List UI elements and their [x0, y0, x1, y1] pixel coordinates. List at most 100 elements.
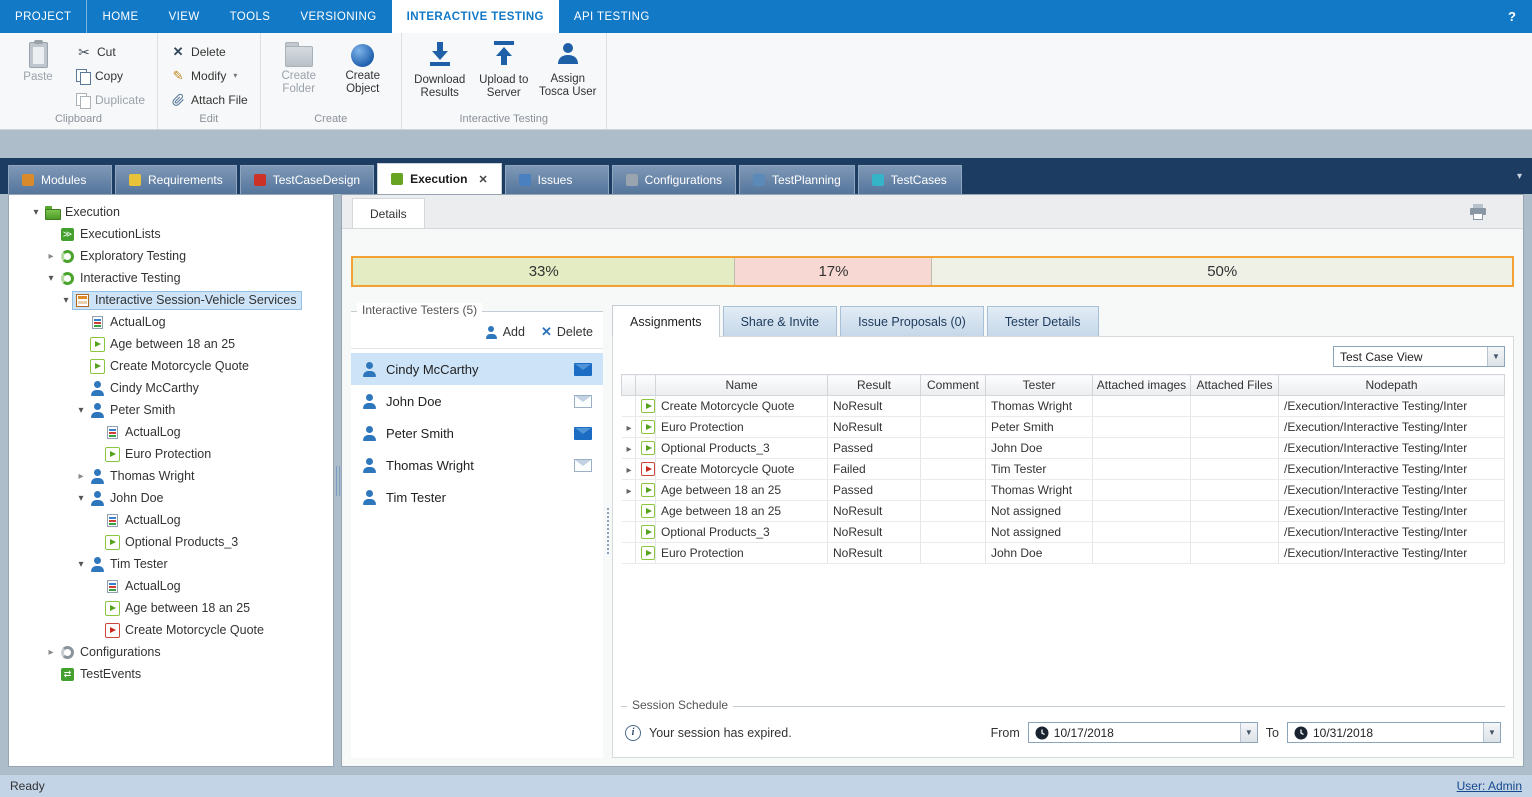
column-header-attached-files[interactable]: Attached Files	[1191, 375, 1279, 396]
workspace-tab[interactable]: Requirements	[115, 165, 237, 194]
user-admin-link[interactable]: User: Admin	[1457, 779, 1522, 793]
assignment-row[interactable]: Euro Protection NoResult John Doe /Execu…	[622, 543, 1505, 564]
tester-row[interactable]: Cindy McCarthy	[351, 353, 603, 385]
menu-tab[interactable]: VERSIONING	[285, 0, 391, 33]
dropdown-arrow-icon[interactable]: ▼	[1487, 347, 1504, 366]
tree-item[interactable]: Thomas Wright	[9, 465, 333, 487]
envelope-icon[interactable]	[574, 459, 592, 472]
menu-tab[interactable]: VIEW	[154, 0, 215, 33]
tree-item[interactable]: ActualLog	[9, 509, 333, 531]
menu-tab[interactable]: INTERACTIVE TESTING	[392, 0, 559, 33]
menu-tab[interactable]: HOME	[87, 0, 153, 33]
workspace-tab[interactable]: Issues	[505, 165, 609, 194]
tree-item[interactable]: Euro Protection	[9, 443, 333, 465]
tree-item[interactable]: Cindy McCarthy	[9, 377, 333, 399]
tester-row[interactable]: Peter Smith	[351, 417, 603, 449]
tree-item[interactable]: Age between 18 an 25	[9, 597, 333, 619]
tree-item[interactable]: Optional Products_3	[9, 531, 333, 553]
assignment-row[interactable]: Create Motorcycle Quote NoResult Thomas …	[622, 396, 1505, 417]
assignment-row[interactable]: Age between 18 an 25 Passed Thomas Wrigh…	[622, 480, 1505, 501]
duplicate-button[interactable]: Duplicate	[72, 89, 149, 110]
menu-tab[interactable]: TOOLS	[215, 0, 286, 33]
download-results-button[interactable]: Download Results	[410, 37, 470, 101]
tree-item[interactable]: Age between 18 an 25	[9, 333, 333, 355]
tree-expander-icon[interactable]	[44, 647, 58, 658]
to-date-picker[interactable]: 10/31/2018 ▼	[1287, 722, 1501, 743]
tree-item[interactable]: Configurations	[9, 641, 333, 663]
tree-item[interactable]: Create Motorcycle Quote	[9, 355, 333, 377]
workspace-tab[interactable]: TestPlanning	[739, 165, 855, 194]
assignment-row[interactable]: Optional Products_3 Passed John Doe /Exe…	[622, 438, 1505, 459]
tree-expander-icon[interactable]	[44, 273, 58, 284]
tree-expander-icon[interactable]	[44, 251, 58, 262]
workspace-tab[interactable]: TestCaseDesign	[240, 165, 374, 194]
workspace-tab[interactable]: Modules	[8, 165, 112, 194]
details-tab[interactable]: Details	[352, 198, 425, 228]
tree-expander-icon[interactable]	[74, 559, 88, 570]
testers-splitter[interactable]	[603, 303, 612, 758]
tree-item[interactable]: ActualLog	[9, 421, 333, 443]
column-header-nodepath[interactable]: Nodepath	[1279, 375, 1505, 396]
tree-expander-icon[interactable]	[59, 295, 73, 306]
attach-file-button[interactable]: Attach File	[166, 89, 252, 110]
column-header-attached-images[interactable]: Attached images	[1093, 375, 1191, 396]
from-date-picker[interactable]: 10/17/2018 ▼	[1028, 722, 1258, 743]
view-mode-select[interactable]: Test Case View ▼	[1333, 346, 1505, 367]
column-header-name[interactable]: Name	[656, 375, 828, 396]
row-expander-icon[interactable]	[627, 462, 632, 476]
tester-row[interactable]: John Doe	[351, 385, 603, 417]
envelope-icon[interactable]	[574, 427, 592, 440]
assignment-row[interactable]: Optional Products_3 NoResult Not assigne…	[622, 522, 1505, 543]
modify-button[interactable]: ✎ Modify ▾	[166, 65, 252, 86]
tree-item[interactable]: Exploratory Testing	[9, 245, 333, 267]
delete-tester-button[interactable]: ✕ Delete	[541, 324, 593, 340]
assignment-row[interactable]: Age between 18 an 25 NoResult Not assign…	[622, 501, 1505, 522]
copy-button[interactable]: Copy	[72, 65, 149, 86]
from-dropdown-arrow-icon[interactable]: ▼	[1240, 723, 1257, 742]
tree-item[interactable]: ExecutionLists	[9, 223, 333, 245]
tree-item[interactable]: Peter Smith	[9, 399, 333, 421]
tree-item[interactable]: Interactive Session-Vehicle Services	[9, 289, 333, 311]
row-expander-icon[interactable]	[627, 420, 632, 434]
tree-splitter[interactable]	[334, 194, 341, 767]
menu-tab[interactable]: PROJECT	[0, 0, 87, 33]
tree-item[interactable]: ActualLog	[9, 311, 333, 333]
tree-item[interactable]: Execution	[9, 201, 333, 223]
workspace-tab[interactable]: Configurations	[612, 165, 736, 194]
tree-item[interactable]: John Doe	[9, 487, 333, 509]
create-object-button[interactable]: Create Object	[333, 37, 393, 101]
assignment-row[interactable]: Euro Protection NoResult Peter Smith /Ex…	[622, 417, 1505, 438]
tree-expander-icon[interactable]	[74, 493, 88, 504]
column-header-tester[interactable]: Tester	[986, 375, 1093, 396]
assignment-tab[interactable]: Share & Invite	[723, 306, 838, 336]
close-tab-icon[interactable]: ✕	[478, 173, 487, 186]
tree-item[interactable]: TestEvents	[9, 663, 333, 685]
upload-to-server-button[interactable]: Upload to Server	[474, 37, 534, 101]
tree-item[interactable]: Tim Tester	[9, 553, 333, 575]
tester-row[interactable]: Thomas Wright	[351, 449, 603, 481]
tree-item[interactable]: Interactive Testing	[9, 267, 333, 289]
workspace-tab[interactable]: Execution ✕	[377, 163, 502, 194]
workspace-tab[interactable]: TestCases	[858, 165, 962, 194]
tree-expander-icon[interactable]	[74, 405, 88, 416]
envelope-icon[interactable]	[574, 363, 592, 376]
row-expander-icon[interactable]	[627, 441, 632, 455]
column-header-comment[interactable]: Comment	[921, 375, 986, 396]
assignment-row[interactable]: Create Motorcycle Quote Failed Tim Teste…	[622, 459, 1505, 480]
assignment-tab[interactable]: Issue Proposals (0)	[840, 306, 984, 336]
menu-tab[interactable]: API TESTING	[559, 0, 665, 33]
tree-expander-icon[interactable]	[74, 471, 88, 482]
tree-item[interactable]: ActualLog	[9, 575, 333, 597]
tree-expander-icon[interactable]	[29, 207, 43, 218]
cut-button[interactable]: ✂ Cut	[72, 41, 149, 62]
envelope-icon[interactable]	[574, 395, 592, 408]
assignment-tab[interactable]: Assignments	[612, 305, 720, 337]
assignment-tab[interactable]: Tester Details	[987, 306, 1099, 336]
paste-button[interactable]: Paste	[8, 37, 68, 101]
tester-row[interactable]: Tim Tester	[351, 481, 603, 513]
help-button[interactable]: ?	[1492, 0, 1532, 33]
print-icon[interactable]	[1469, 204, 1487, 220]
tree-item[interactable]: Create Motorcycle Quote	[9, 619, 333, 641]
modify-dropdown-caret[interactable]: ▾	[233, 71, 237, 80]
tab-overflow-chevron-icon[interactable]: ▾	[1517, 171, 1522, 182]
